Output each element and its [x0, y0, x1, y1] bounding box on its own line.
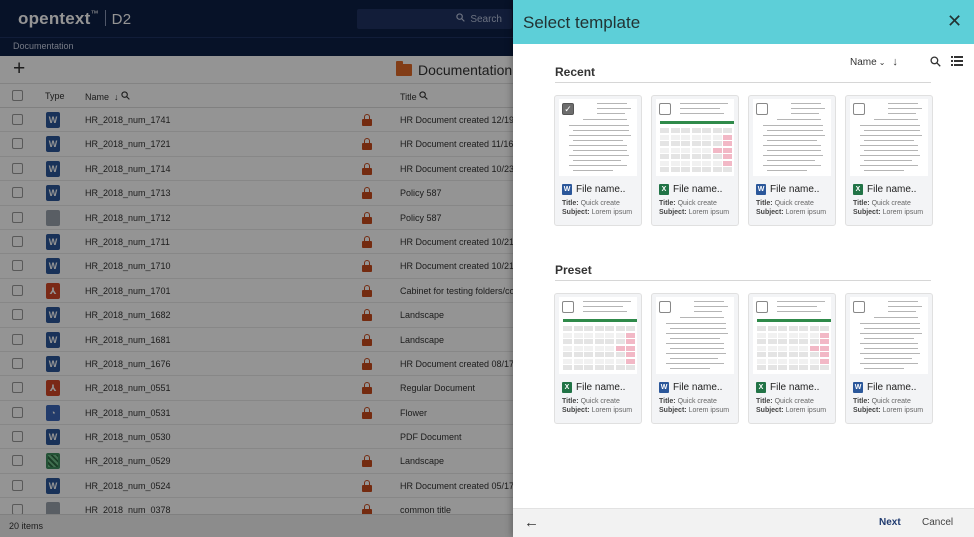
template-card[interactable]: X File name.. Title: Quick create Subject: … [748, 293, 836, 424]
excel-icon: X [562, 382, 572, 393]
sort-field: Name [850, 57, 877, 68]
chevron-down-icon: ⌄ [878, 58, 886, 67]
close-icon[interactable]: ✕ [947, 12, 962, 30]
template-subject: Subject: Lorem ipsum [756, 209, 827, 216]
template-card-list: ✓ W File name.. Title: Quick create Subject:… [554, 95, 933, 226]
template-file-name: X File name.. [853, 184, 916, 195]
template-card[interactable]: X File name.. Title: Quick create Subject: … [554, 293, 642, 424]
template-select-checkbox[interactable] [853, 103, 865, 115]
template-subject: Subject: Lorem ipsum [659, 209, 730, 216]
section-title-preset: Preset [555, 263, 592, 277]
template-card[interactable]: X File name.. Title: Quick create Subject: … [651, 95, 739, 226]
modal-overlay[interactable] [0, 0, 513, 537]
template-subject: Subject: Lorem ipsum [756, 407, 827, 414]
template-subject: Subject: Lorem ipsum [853, 209, 924, 216]
template-subject: Subject: Lorem ipsum [659, 407, 730, 414]
search-icon[interactable] [930, 54, 941, 72]
sort-control[interactable]: Name ⌄ ↓ [850, 56, 898, 68]
template-select-checkbox[interactable]: ✓ [562, 103, 574, 115]
template-card-list: X File name.. Title: Quick create Subject: … [554, 293, 933, 424]
template-title: Title: Quick create [756, 200, 814, 207]
template-file-name: W File name.. [853, 382, 917, 393]
word-icon: W [853, 382, 863, 393]
cancel-button[interactable]: Cancel [922, 517, 953, 528]
section-divider [555, 280, 931, 281]
template-subject: Subject: Lorem ipsum [562, 209, 633, 216]
template-subject: Subject: Lorem ipsum [562, 407, 633, 414]
dialog-title: Select template [523, 13, 641, 32]
template-select-checkbox[interactable] [756, 103, 768, 115]
template-select-checkbox[interactable] [756, 301, 768, 313]
dialog-footer: ← Next Cancel [513, 508, 974, 537]
word-icon: W [659, 382, 669, 393]
template-title: Title: Quick create [853, 398, 911, 405]
section-title-recent: Recent [555, 65, 596, 79]
template-title: Title: Quick create [562, 398, 620, 405]
back-arrow-icon[interactable]: ← [524, 514, 539, 531]
template-card[interactable]: ✓ W File name.. Title: Quick create Subject:… [554, 95, 642, 226]
template-file-name: W File name.. [659, 382, 723, 393]
template-card[interactable]: W File name.. Title: Quick create Subject: … [845, 293, 933, 424]
template-title: Title: Quick create [659, 398, 717, 405]
word-icon: W [562, 184, 572, 195]
template-card[interactable]: W File name.. Title: Quick create Subject: … [651, 293, 739, 424]
next-button[interactable]: Next [879, 517, 901, 528]
template-file-name: X File name.. [756, 382, 819, 393]
template-select-checkbox[interactable] [562, 301, 574, 313]
template-file-name: X File name.. [659, 184, 722, 195]
template-title: Title: Quick create [562, 200, 620, 207]
template-card[interactable]: X File name.. Title: Quick create Subject: … [845, 95, 933, 226]
template-file-name: W File name.. [562, 184, 626, 195]
template-file-name: W File name.. [756, 184, 820, 195]
template-title: Title: Quick create [659, 200, 717, 207]
word-icon: W [756, 184, 766, 195]
template-subject: Subject: Lorem ipsum [853, 407, 924, 414]
select-template-dialog: Select template ✕ Name ⌄ ↓ Recent ✓ W File na… [513, 0, 974, 537]
template-select-checkbox[interactable] [659, 301, 671, 313]
dialog-header: Select template ✕ [513, 0, 974, 44]
template-select-checkbox[interactable] [853, 301, 865, 313]
excel-icon: X [756, 382, 766, 393]
excel-icon: X [659, 184, 669, 195]
template-file-name: X File name.. [562, 382, 625, 393]
template-title: Title: Quick create [756, 398, 814, 405]
list-view-icon[interactable] [951, 55, 963, 66]
template-card[interactable]: W File name.. Title: Quick create Subject: … [748, 95, 836, 226]
template-select-checkbox[interactable] [659, 103, 671, 115]
template-title: Title: Quick create [853, 200, 911, 207]
sort-direction-icon[interactable]: ↓ [892, 56, 898, 68]
excel-icon: X [853, 184, 863, 195]
section-divider [555, 82, 931, 83]
